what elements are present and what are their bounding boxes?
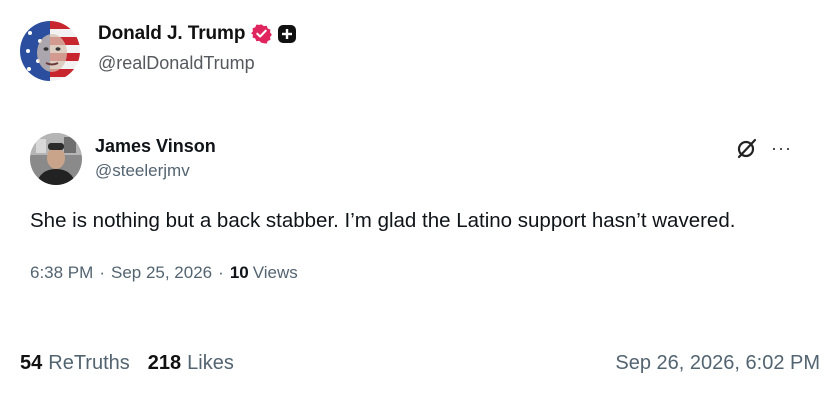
post-footer: 54 ReTruths 218 Likes Sep 26, 2026, 6:02… xyxy=(20,352,820,375)
quoted-author-handle[interactable]: @steelerjmv xyxy=(95,161,216,181)
retruths-label[interactable]: ReTruths xyxy=(48,352,130,375)
author-avatar[interactable] xyxy=(20,21,80,81)
quoted-post-header: James Vinson @steelerjmv xyxy=(30,133,800,185)
post-date[interactable]: Sep 26, 2026, 6:02 PM xyxy=(615,352,820,375)
quoted-post-time[interactable]: 6:38 PM xyxy=(30,263,93,283)
post-stats: 54 ReTruths 218 Likes xyxy=(20,352,234,375)
quoted-post[interactable]: James Vinson @steelerjmv ··· She is noth… xyxy=(30,133,800,283)
views-count: 10 xyxy=(229,263,249,282)
quoted-author-avatar[interactable] xyxy=(30,133,82,185)
author-handle[interactable]: @realDonaldTrump xyxy=(98,53,296,74)
quoted-author-name[interactable]: James Vinson xyxy=(95,136,216,157)
verified-badge-icon xyxy=(251,23,273,44)
meta-separator: · xyxy=(99,263,105,282)
likes-count[interactable]: 218 xyxy=(148,352,181,375)
quoted-post-text: She is nothing but a back stabber. I’m g… xyxy=(30,209,736,232)
retruths-count[interactable]: 54 xyxy=(20,352,42,375)
grok-icon[interactable] xyxy=(736,137,758,159)
quoted-author-info: James Vinson @steelerjmv xyxy=(95,136,216,181)
quoted-post-meta: 6:38 PM · Sep 25, 2026 · 10 Views xyxy=(30,263,800,283)
more-options-icon[interactable]: ··· xyxy=(771,139,792,157)
plus-badge-icon xyxy=(278,24,297,43)
views-label: Views xyxy=(252,263,298,282)
quoted-post-actions: ··· xyxy=(736,137,792,159)
post-header: Donald J. Trump @realDonaldTrump xyxy=(20,20,297,82)
author-name[interactable]: Donald J. Trump xyxy=(98,23,245,45)
author-info: Donald J. Trump @realDonaldTrump xyxy=(98,23,297,74)
meta-separator: · xyxy=(218,263,224,282)
likes-label[interactable]: Likes xyxy=(187,352,234,375)
quoted-post-date[interactable]: Sep 25, 2026 xyxy=(111,263,212,283)
